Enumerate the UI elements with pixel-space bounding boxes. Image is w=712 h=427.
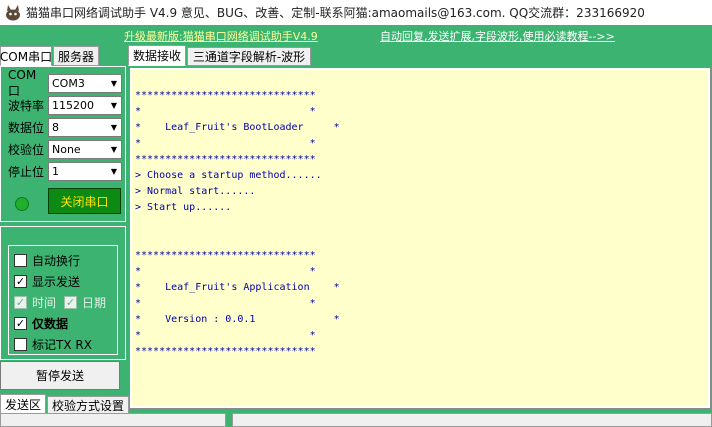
baud-rate-row: 波特率 115200 ▼ bbox=[8, 95, 122, 115]
status-led bbox=[15, 197, 29, 211]
send-toolbar-strip bbox=[0, 413, 226, 427]
baud-rate-label: 波特率 bbox=[8, 98, 45, 113]
chevron-down-icon: ▼ bbox=[110, 144, 118, 154]
upgrade-link[interactable]: 升级最新版:猫猫串口网络调试助手V4.9 bbox=[124, 28, 318, 44]
stop-bits-row: 停止位 1 ▼ bbox=[8, 161, 122, 181]
title-bar: 猫猫串口网络调试助手 V4.9 意见、BUG、改善、定制-联系阿猫:amaoma… bbox=[0, 0, 712, 25]
com-port-label: COM口 bbox=[8, 67, 37, 98]
data-only-option[interactable]: ✓ 仅数据 bbox=[14, 313, 68, 333]
time-label: 时间 bbox=[32, 295, 57, 310]
mark-txrx-label: 标记TX RX bbox=[32, 337, 92, 352]
com-port-value: COM3 bbox=[52, 76, 85, 90]
time-option[interactable]: ✓ 时间 bbox=[14, 292, 56, 312]
chevron-down-icon: ▼ bbox=[110, 100, 118, 110]
com-port-row: COM口 COM3 ▼ bbox=[8, 68, 122, 98]
parity-row: 校验位 None ▼ bbox=[8, 139, 122, 159]
tab-server[interactable]: 服务器 bbox=[53, 46, 99, 66]
chevron-down-icon: ▼ bbox=[110, 78, 118, 88]
mark-txrx-option[interactable]: 标记TX RX bbox=[14, 334, 92, 354]
date-label: 日期 bbox=[82, 295, 107, 310]
data-bits-label: 数据位 bbox=[8, 120, 45, 135]
baud-rate-value: 115200 bbox=[52, 98, 94, 112]
baud-rate-select[interactable]: 115200 ▼ bbox=[48, 95, 122, 115]
stop-bits-value: 1 bbox=[52, 164, 59, 178]
data-only-label: 仅数据 bbox=[32, 316, 69, 331]
show-send-option[interactable]: ✓ 显示发送 bbox=[14, 271, 80, 291]
mark-txrx-checkbox[interactable] bbox=[14, 337, 27, 351]
parity-label: 校验位 bbox=[8, 142, 45, 157]
tab-com-serial[interactable]: COM串口 bbox=[0, 46, 52, 66]
send-input-strip[interactable] bbox=[232, 413, 712, 427]
data-only-checkbox[interactable]: ✓ bbox=[14, 316, 27, 330]
show-send-label: 显示发送 bbox=[32, 274, 81, 289]
window-title: 猫猫串口网络调试助手 V4.9 意见、BUG、改善、定制-联系阿猫:amaoma… bbox=[26, 6, 645, 20]
close-port-button[interactable]: 关闭串口 bbox=[48, 188, 121, 214]
auto-newline-label: 自动换行 bbox=[32, 253, 81, 268]
show-send-checkbox[interactable]: ✓ bbox=[14, 274, 27, 288]
data-bits-select[interactable]: 8 ▼ bbox=[48, 117, 122, 137]
time-checkbox[interactable]: ✓ bbox=[14, 295, 27, 309]
com-port-select[interactable]: COM3 ▼ bbox=[48, 73, 122, 93]
stop-bits-select[interactable]: 1 ▼ bbox=[48, 161, 122, 181]
date-checkbox[interactable]: ✓ bbox=[64, 295, 77, 309]
parity-value: None bbox=[52, 142, 81, 156]
tutorial-link[interactable]: 自动回复,发送扩展,字段波形,使用必读教程-->> bbox=[380, 28, 615, 44]
pause-send-button[interactable]: 暂停发送 bbox=[0, 361, 120, 390]
receive-text-area[interactable]: ****************************** * * * Lea… bbox=[129, 67, 711, 409]
auto-newline-checkbox[interactable] bbox=[14, 253, 27, 267]
cat-logo-icon bbox=[6, 4, 20, 20]
date-option[interactable]: ✓ 日期 bbox=[64, 292, 106, 312]
chevron-down-icon: ▼ bbox=[110, 122, 118, 132]
auto-newline-option[interactable]: 自动换行 bbox=[14, 250, 80, 270]
receive-text: ****************************** * * * Lea… bbox=[135, 90, 340, 357]
stop-bits-label: 停止位 bbox=[8, 164, 45, 179]
data-bits-value: 8 bbox=[52, 120, 59, 134]
chevron-down-icon: ▼ bbox=[110, 166, 118, 176]
parity-select[interactable]: None ▼ bbox=[48, 139, 122, 159]
data-bits-row: 数据位 8 ▼ bbox=[8, 117, 122, 137]
tab-checksum-settings[interactable]: 校验方式设置 bbox=[47, 396, 129, 414]
tab-three-channel-waveform[interactable]: 三通道字段解析-波形 bbox=[187, 47, 311, 66]
tab-send-area[interactable]: 发送区 bbox=[0, 394, 46, 414]
tab-data-receive[interactable]: 数据接收 bbox=[128, 45, 186, 66]
